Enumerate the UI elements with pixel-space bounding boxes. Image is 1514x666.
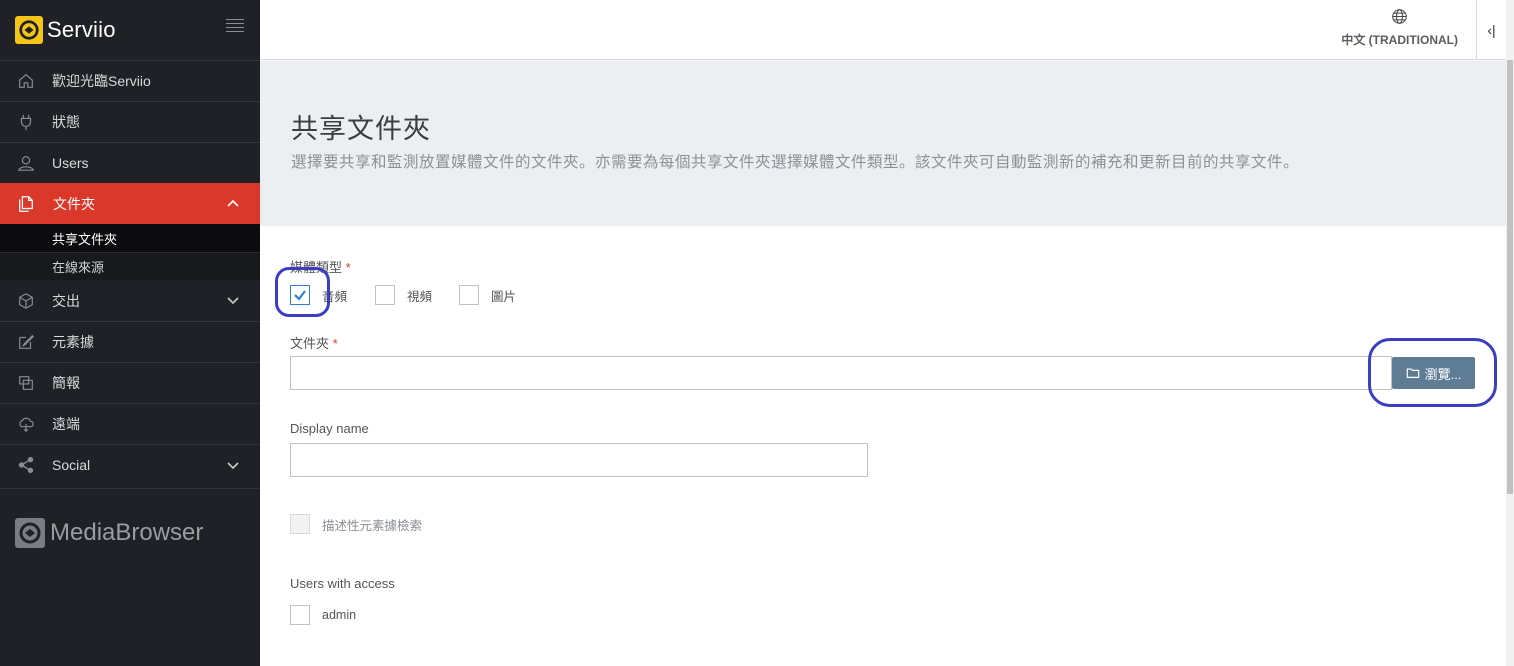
sidebar-item-remote[interactable]: 遠端 (0, 403, 260, 444)
image-checkbox[interactable] (459, 285, 479, 305)
sidebar-item-delivery[interactable]: 交出 (0, 280, 260, 321)
mediabrowser-label: MediaBrowser (50, 519, 204, 546)
sidebar-item-label: 元素據 (52, 334, 94, 350)
sidebar-item-label: 文件夾 (53, 196, 95, 212)
mediabrowser-logo-icon (15, 518, 45, 548)
video-checkbox-label: 視頻 (407, 289, 433, 304)
serviio-logo-icon (15, 16, 43, 44)
display-name-input[interactable] (290, 443, 868, 477)
share-icon (0, 456, 52, 474)
sidebar-item-label: 遠端 (52, 416, 80, 432)
sidebar-item-metadata[interactable]: 元素據 (0, 321, 260, 362)
language-label: 中文 (TRADITIONAL) (1341, 33, 1458, 47)
media-type-label: 媒體類型 * (290, 260, 351, 275)
presentation-icon (0, 374, 52, 392)
media-type-image[interactable]: 圖片 (459, 285, 516, 305)
users-access-label: Users with access (290, 576, 395, 591)
edit-icon (0, 333, 52, 351)
sidebar-item-label: Users (52, 155, 89, 171)
hamburger-menu-icon[interactable] (226, 19, 244, 33)
page-header: 共享文件夾 選擇要共享和監測放置媒體文件的文件夾。亦需要為每個共享文件夾選擇媒體… (260, 61, 1506, 226)
video-checkbox[interactable] (375, 285, 395, 305)
sidebar-item-users[interactable]: Users (0, 142, 260, 183)
sidebar-subnav: 共享文件夾 在線來源 (0, 224, 260, 280)
sidebar-item-label: 交出 (52, 292, 80, 309)
descriptive-metadata-option: 描述性元素據檢索 (290, 514, 422, 534)
audio-checkbox[interactable] (290, 285, 310, 305)
sidebar-nav-lower: 交出 元素據 簡報 遠端 Social (0, 280, 260, 485)
media-type-video[interactable]: 視頻 (375, 285, 432, 305)
files-icon (0, 195, 52, 213)
folder-path-input[interactable] (290, 356, 1392, 390)
cloud-icon (0, 415, 52, 433)
user-access-admin[interactable]: admin (290, 605, 356, 625)
audio-checkbox-label: 音頻 (322, 289, 348, 304)
sidebar-item-welcome[interactable]: 歡迎光臨Serviio (0, 60, 260, 101)
folder-icon (1406, 368, 1419, 378)
browse-button-label: 瀏覽... (1424, 366, 1462, 382)
scrollbar[interactable] (1506, 0, 1514, 666)
folder-label: 文件夾 * (290, 336, 338, 351)
plug-icon (0, 113, 52, 131)
sidebar-item-presentation[interactable]: 簡報 (0, 362, 260, 403)
sidebar-item-folders[interactable]: 文件夾 (0, 183, 260, 224)
globe-icon (1392, 9, 1407, 24)
sidebar-item-status[interactable]: 狀態 (0, 101, 260, 142)
brand: Serviio (0, 0, 260, 60)
checkmark-icon (294, 290, 306, 301)
language-selector[interactable]: 中文 (TRADITIONAL) (1341, 8, 1458, 48)
sidebar-divider (0, 488, 260, 489)
top-bar: 中文 (TRADITIONAL) ‹| (260, 0, 1506, 60)
descriptive-metadata-checkbox[interactable] (290, 514, 310, 534)
browse-button[interactable]: 瀏覽... (1392, 357, 1475, 389)
user-icon (0, 154, 52, 172)
display-name-label: Display name (290, 421, 369, 436)
descriptive-metadata-label: 描述性元素據檢索 (322, 518, 423, 533)
chevron-down-icon (227, 462, 239, 470)
sidebar-item-label: Social (52, 457, 91, 473)
sidebar-item-label: 狀態 (52, 114, 80, 130)
image-checkbox-label: 圖片 (491, 289, 517, 304)
subnav-item-online-sources[interactable]: 在線來源 (0, 252, 260, 280)
panel-collapse-button[interactable]: ‹| (1476, 0, 1506, 60)
chevron-down-icon (227, 297, 239, 305)
admin-checkbox[interactable] (290, 605, 310, 625)
sidebar-item-label: 歡迎光臨Serviio (52, 73, 151, 89)
scrollbar-thumb[interactable] (1507, 60, 1513, 494)
admin-checkbox-label: admin (322, 608, 357, 622)
sidebar-item-social[interactable]: Social (0, 444, 260, 485)
app-name: Serviio (47, 17, 116, 42)
sidebar: Serviio 歡迎光臨Serviio 狀態 Users 文件夾 共享文件夾 在… (0, 0, 260, 666)
sidebar-item-label: 簡報 (52, 375, 80, 391)
home-icon (0, 72, 52, 90)
subnav-item-shared-folders[interactable]: 共享文件夾 (0, 224, 260, 252)
media-type-audio[interactable]: 音頻 (290, 285, 347, 305)
page-description: 選擇要共享和監測放置媒體文件的文件夾。亦需要為每個共享文件夾選擇媒體文件類型。該… (291, 154, 1300, 171)
cube-icon (0, 292, 52, 310)
sidebar-nav: 歡迎光臨Serviio 狀態 Users 文件夾 (0, 60, 260, 224)
chevron-up-icon (227, 199, 239, 207)
page-title: 共享文件夾 (291, 114, 431, 144)
mediabrowser-link[interactable]: MediaBrowser (15, 518, 203, 548)
